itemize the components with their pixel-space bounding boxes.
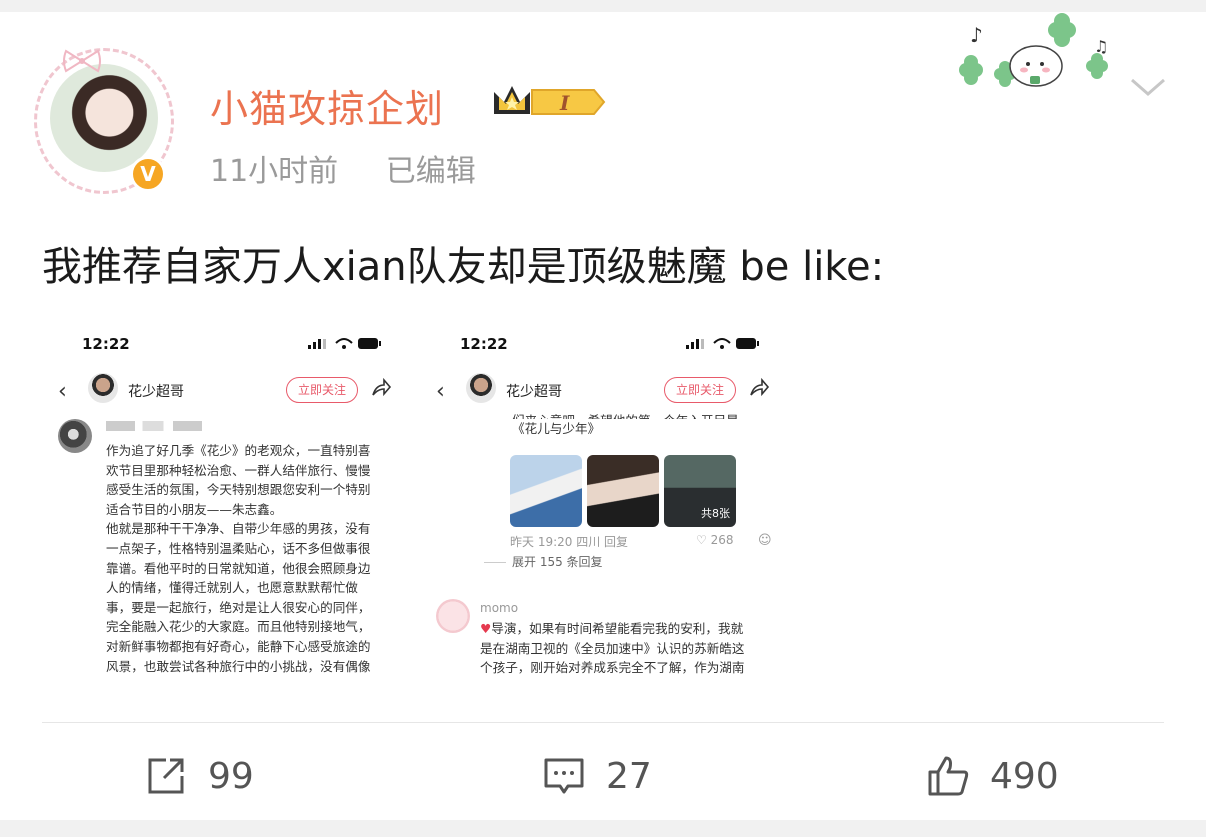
follow-button: 立即关注: [286, 377, 358, 403]
post-image-1[interactable]: 12:22 ‹ 花少超哥 立即关注 作为追了好几季《花少》的老观众，一直特别喜 …: [42, 317, 398, 683]
phone-time: 12:22: [460, 335, 508, 353]
emoji-icon: ☺: [758, 533, 772, 548]
reply-body: ♥导演，如果有时间希望能看完我的安利，我就 是在湖南卫视的《全员加速中》认识的苏…: [480, 621, 745, 676]
svg-text:♪: ♪: [970, 23, 983, 47]
svg-text:♫: ♫: [1094, 37, 1108, 56]
comment-count: 27: [606, 755, 652, 797]
post-time: 11小时前: [210, 154, 339, 189]
comment-body: 作为追了好几季《花少》的老观众，一直特别喜 欢节目里那种轻松治愈、一群人结伴旅行…: [106, 443, 371, 674]
commenter-avatar: [436, 599, 470, 633]
verified-badge-icon: V: [130, 156, 166, 192]
edited-label[interactable]: 已编辑: [386, 154, 476, 189]
clover-sticker-icon: ♪ ♫: [959, 13, 1108, 87]
repost-count: 99: [208, 755, 254, 797]
follow-button: 立即关注: [664, 377, 736, 403]
comment-meta: 昨天 19:20 四川 回复: [510, 535, 629, 549]
share-icon: [372, 377, 392, 397]
heart-icon: ♥: [480, 621, 492, 636]
comment-likes: ♡ 268: [696, 533, 734, 547]
comment-image: 共8张: [664, 455, 736, 527]
commenter-name: momo: [480, 601, 519, 615]
account-avatar: [466, 373, 496, 403]
commenter-avatar: [58, 419, 92, 453]
expand-replies: 展开 155 条回复: [484, 553, 603, 570]
status-bar-icons: [686, 338, 759, 349]
post-image-2[interactable]: 12:22 ‹ 花少超哥 立即关注 们来心意吧。希望他的第一个年入开另是 《花儿…: [420, 317, 776, 683]
post-meta: 11小时前 已编辑: [210, 146, 476, 190]
account-name: 花少超哥: [128, 384, 184, 400]
comment-button[interactable]: 27: [542, 754, 652, 798]
back-arrow-icon: ‹: [436, 379, 445, 404]
author-name[interactable]: 小猫攻掠企划: [210, 78, 444, 133]
comment-image: [587, 455, 659, 527]
image-count: 共8张: [701, 507, 730, 520]
like-count: 490: [990, 755, 1059, 797]
comment-icon: [544, 758, 584, 794]
divider: [42, 722, 1164, 723]
crown-level-icon[interactable]: I: [490, 80, 608, 124]
account-avatar: [88, 373, 118, 403]
phone-time: 12:22: [82, 335, 130, 353]
account-name: 花少超哥: [506, 384, 562, 400]
author-avatar[interactable]: V: [34, 48, 174, 194]
back-arrow-icon: ‹: [58, 379, 67, 404]
svg-text:I: I: [559, 91, 570, 115]
weibo-post-card: V 小猫攻掠企划 I 11小时前 已编辑 ♪ ♫ 我推荐自家万人xian队友却是…: [0, 12, 1206, 820]
status-bar-icons: [308, 338, 381, 349]
like-button[interactable]: 490: [926, 754, 1059, 798]
thumbs-up-icon: [928, 756, 969, 796]
blurred-username: [106, 421, 202, 431]
comment-image: [510, 455, 582, 527]
comment-image-grid: 共8张: [510, 455, 740, 527]
post-text: 我推荐自家万人xian队友却是顶级魅魔 be like:: [42, 244, 885, 290]
share-icon: [750, 377, 770, 397]
bow-decoration-icon: [63, 49, 101, 73]
repost-icon: [148, 758, 184, 794]
repost-button[interactable]: 99: [144, 754, 254, 798]
comment-text-continued: 们来心意吧。希望他的第一个年入开另是 《花儿与少年》: [512, 413, 739, 436]
chevron-down-icon[interactable]: [1128, 72, 1168, 102]
